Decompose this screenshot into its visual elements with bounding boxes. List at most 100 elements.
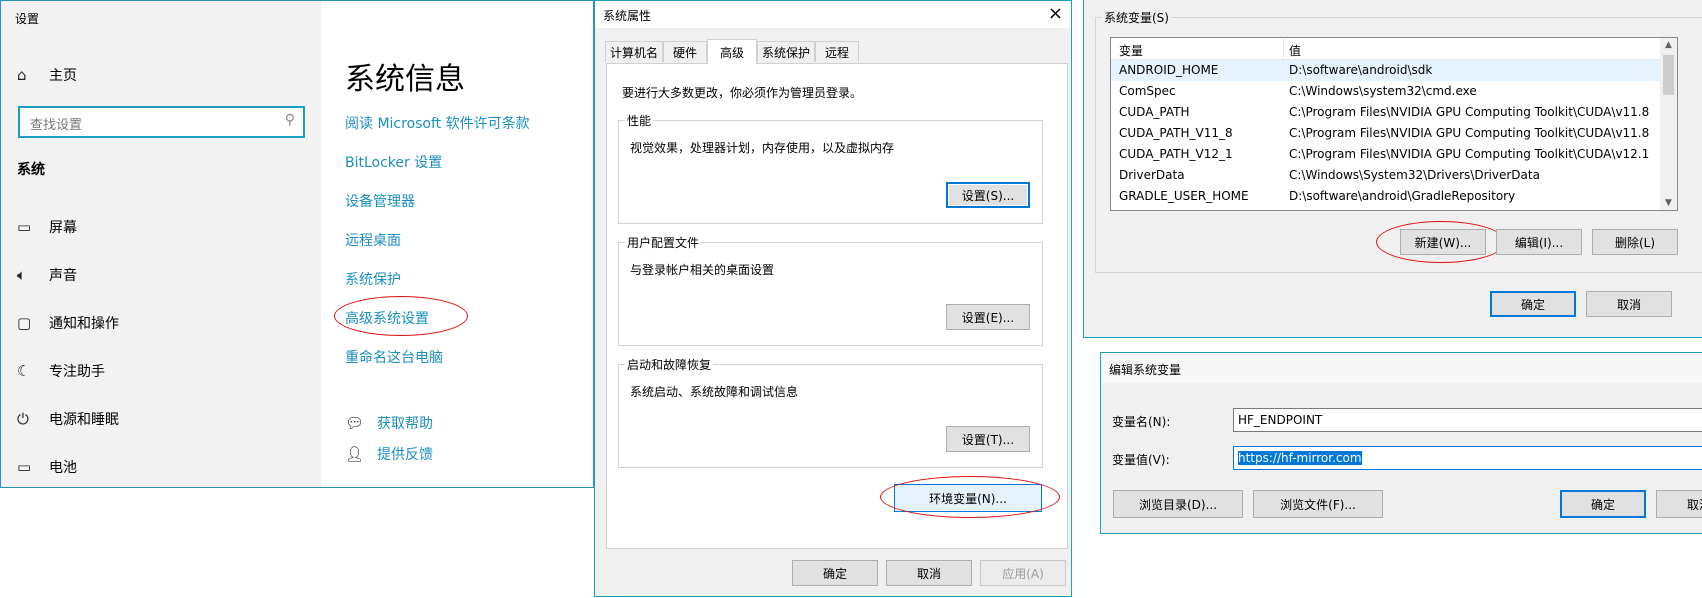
search-input[interactable]: 查找设置 ⚲ [18,106,305,138]
column-header-variable[interactable]: 变量 [1119,42,1143,59]
scrollbar-thumb[interactable] [1663,55,1674,95]
variable-name-field[interactable]: HF_ENDPOINT [1233,408,1702,432]
edit-variable-button[interactable]: 编辑(I)... [1496,229,1582,255]
user-profiles-description: 与登录帐户相关的桌面设置 [630,263,775,277]
link-device-manager[interactable]: 设备管理器 [345,191,415,211]
scroll-up-icon[interactable]: ▲ [1660,40,1677,50]
variable-name-cell: CUDA_PATH [1119,105,1190,119]
tab-system-protection[interactable]: 系统保护 [757,41,815,62]
nav-home-label: 主页 [49,68,77,84]
link-advanced-system-settings[interactable]: 高级系统设置 [345,308,429,328]
tab-computer-name[interactable]: 计算机名 [605,41,663,62]
battery-icon: ▭ [17,458,32,476]
column-divider [1283,38,1284,60]
variable-value-label: 变量值(V): [1112,453,1170,467]
sidebar-item-label: 电源和睡眠 [49,412,119,428]
link-remote-desktop[interactable]: 远程桌面 [345,230,401,250]
table-row[interactable]: DriverData C:\Windows\System32\Drivers\Dr… [1111,165,1660,186]
user-profiles-settings-button[interactable]: 设置(E)... [946,304,1030,330]
message-icon: ▢ [17,314,32,332]
feedback-link[interactable]: 👤︎ 提供反馈 [345,444,433,464]
sidebar-item-notifications[interactable]: ▢ 通知和操作 [17,311,119,335]
browse-directory-button[interactable]: 浏览目录(D)... [1113,490,1243,518]
vertical-scrollbar[interactable]: ▲ ▼ [1660,38,1677,210]
group-label: 启动和故障恢复 [625,356,714,373]
title-bar: 系统属性 × [595,1,1071,28]
table-row[interactable]: ANDROID_HOME D:\software\android\sdk [1111,60,1660,81]
table-row[interactable]: ComSpec C:\Windows\system32\cmd.exe [1111,81,1660,102]
variable-value-cell: C:\Windows\system32\cmd.exe [1289,84,1477,98]
title-bar: 编辑系统变量 [1101,353,1702,383]
sidebar-item-display[interactable]: ▭ 屏幕 [17,215,77,239]
window-title: 系统属性 [603,9,652,23]
tab-advanced[interactable]: 高级 [707,39,757,64]
get-help-label: 获取帮助 [377,416,433,432]
ok-button[interactable]: 确定 [792,560,878,586]
sidebar-item-label: 专注助手 [49,364,105,380]
variable-name-cell: DriverData [1119,168,1185,182]
cancel-button[interactable]: 取消 [1656,490,1702,518]
variable-name-cell: CUDA_PATH_V12_1 [1119,147,1233,161]
variable-value-cell: D:\software\android\GradleRepository [1289,189,1516,203]
speaker-icon: 🔈︎ [17,266,27,284]
scroll-down-icon[interactable]: ▼ [1660,198,1677,208]
sidebar-item-battery[interactable]: ▭ 电池 [17,455,77,479]
table-row[interactable]: GRADLE_USER_HOME D:\software\android\Grad… [1111,186,1660,207]
apply-button[interactable]: 应用(A) [980,560,1066,586]
ok-button[interactable]: 确定 [1490,291,1576,317]
page-title: 系统信息 [345,62,465,97]
performance-description: 视觉效果，处理器计划，内存使用，以及虚拟内存 [630,141,895,155]
environment-variables-window: 系统变量(S) 变量 值 ANDROID_HOME D:\software\and… [1083,0,1702,338]
settings-sidebar: 设置 ⌂ 主页 查找设置 ⚲ 系统 ▭ 屏幕 🔈︎ 声音 ▢ 通知和操作 ☾ 专… [1,1,321,487]
table-row[interactable]: CUDA_PATH C:\Program Files\NVIDIA GPU Com… [1111,102,1660,123]
delete-variable-button[interactable]: 删除(L) [1592,229,1678,255]
ok-button[interactable]: 确定 [1560,490,1646,518]
group-label: 系统变量(S) [1102,9,1171,26]
settings-window-title: 设置 [15,12,40,26]
nav-home[interactable]: ⌂ 主页 [17,63,77,87]
browse-file-button[interactable]: 浏览文件(F)... [1253,490,1383,518]
user-profiles-group: 用户配置文件 与登录帐户相关的桌面设置 设置(E)... [618,234,1043,346]
table-row[interactable]: CUDA_PATH_V11_8 C:\Program Files\NVIDIA G… [1111,123,1660,144]
tab-hardware[interactable]: 硬件 [663,41,707,62]
new-variable-button[interactable]: 新建(W)... [1400,229,1486,255]
variable-value-cell: C:\Windows\System32\Drivers\DriverData [1289,168,1540,182]
cancel-button[interactable]: 取消 [886,560,972,586]
column-header-value[interactable]: 值 [1289,42,1301,59]
table-row[interactable]: CUDA_PATH_V12_1 C:\Program Files\NVIDIA G… [1111,144,1660,165]
cancel-button[interactable]: 取消 [1586,291,1672,317]
system-variables-list[interactable]: 变量 值 ANDROID_HOME D:\software\android\sdk… [1110,37,1678,211]
get-help-link[interactable]: 💬︎ 获取帮助 [345,413,433,433]
variable-name-cell: ComSpec [1119,84,1176,98]
variable-value-cell: D:\software\android\sdk [1289,63,1433,77]
variable-name-cell: ANDROID_HOME [1119,63,1219,77]
sidebar-item-sound[interactable]: 🔈︎ 声音 [17,263,77,287]
help-chat-icon: 💬︎ [345,414,365,432]
variable-name-label: 变量名(N): [1112,415,1171,429]
variable-name-cell: CUDA_PATH_V11_8 [1119,126,1233,140]
performance-settings-button[interactable]: 设置(S)... [946,182,1030,208]
advanced-tab-panel: 要进行大多数更改，你必须作为管理员登录。 性能 视觉效果，处理器计划，内存使用，… [606,63,1068,549]
sidebar-section-system: 系统 [17,162,45,178]
search-placeholder: 查找设置 [30,118,83,133]
variable-value-field[interactable]: https://hf-mirror.com [1233,446,1702,470]
variable-name-cell: GRADLE_USER_HOME [1119,189,1249,203]
moon-icon: ☾ [17,362,31,380]
link-rename-pc[interactable]: 重命名这台电脑 [345,347,443,367]
link-system-protection[interactable]: 系统保护 [345,269,401,289]
environment-variables-button[interactable]: 环境变量(N)... [894,484,1042,512]
list-header: 变量 值 [1111,38,1660,60]
sidebar-item-power[interactable]: ⏻ 电源和睡眠 [17,407,119,431]
tab-remote[interactable]: 远程 [815,41,859,62]
link-license-terms[interactable]: 阅读 Microsoft 软件许可条款 [345,113,530,133]
dialog-title: 编辑系统变量 [1109,363,1182,377]
startup-recovery-settings-button[interactable]: 设置(T)... [946,426,1030,452]
system-properties-window: 系统属性 × 计算机名 硬件 高级 系统保护 远程 要进行大多数更改，你必须作为… [594,0,1072,597]
link-bitlocker[interactable]: BitLocker 设置 [345,152,442,172]
power-icon: ⏻ [17,410,29,428]
settings-window: 设置 ⌂ 主页 查找设置 ⚲ 系统 ▭ 屏幕 🔈︎ 声音 ▢ 通知和操作 ☾ 专… [0,0,594,488]
close-icon[interactable]: × [1048,3,1063,24]
group-label: 用户配置文件 [625,234,702,251]
selected-text: https://hf-mirror.com [1238,451,1362,465]
sidebar-item-focus-assist[interactable]: ☾ 专注助手 [17,359,105,383]
